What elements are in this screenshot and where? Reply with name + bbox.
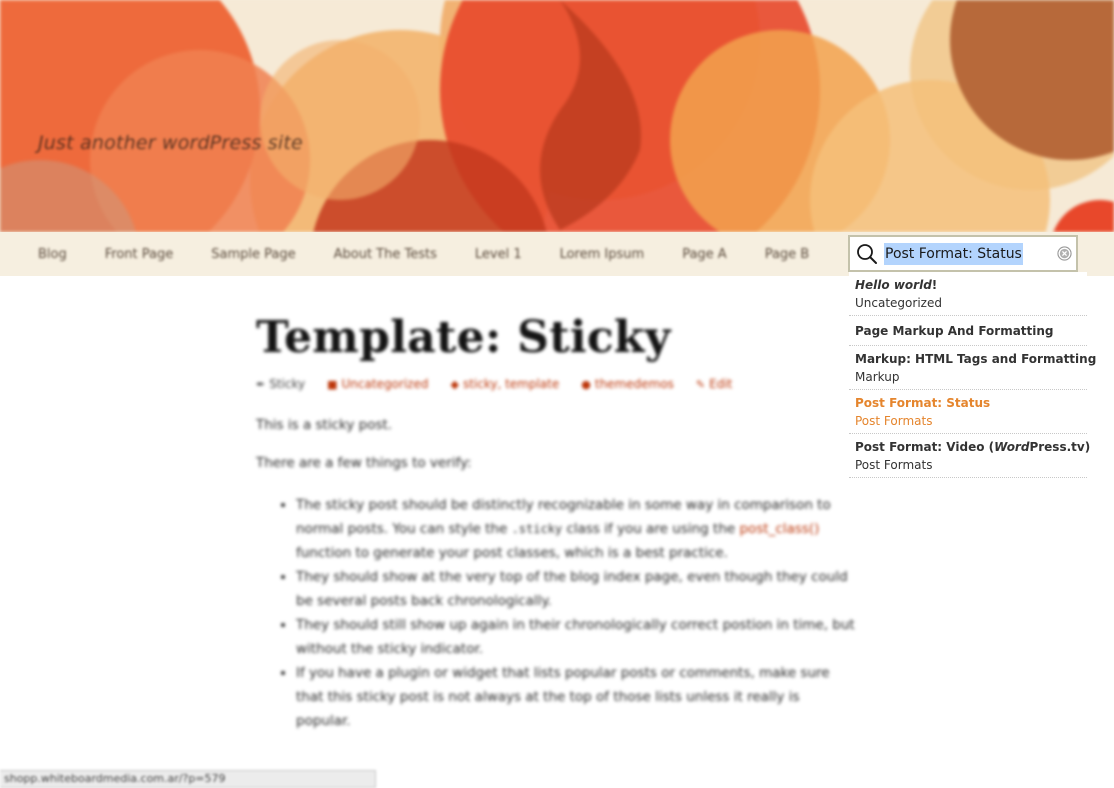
post-format-label: Sticky xyxy=(269,377,306,391)
post-article: Template: Sticky ✒ Sticky ■ Uncategorize… xyxy=(256,312,856,733)
nav-item-page-b[interactable]: Page B xyxy=(765,247,810,262)
entry-meta: ✒ Sticky ■ Uncategorized ◆ sticky, templ… xyxy=(256,377,856,391)
post-paragraph: There are a few things to verify: xyxy=(256,455,472,471)
tag-icon: ◆ xyxy=(450,377,459,391)
nav-item-level-1[interactable]: Level 1 xyxy=(475,247,522,262)
search-icon xyxy=(857,244,877,264)
search-result-category: Post Formats xyxy=(855,458,933,472)
header-banner-image xyxy=(0,0,1114,232)
search-result-item[interactable]: Page Markup And Formatting xyxy=(849,316,1087,346)
nav-item-lorem-ipsum[interactable]: Lorem Ipsum xyxy=(560,247,645,262)
search-result-title: Hello world! xyxy=(855,276,1081,294)
nav-item-sample-page[interactable]: Sample Page xyxy=(211,247,295,262)
nav-item-page-a[interactable]: Page A xyxy=(682,247,727,262)
list-item: They should show at the very top of the … xyxy=(296,565,856,613)
user-icon: ● xyxy=(581,377,591,391)
search-result-item[interactable]: Hello world! Uncategorized xyxy=(849,272,1087,316)
nav-item-blog[interactable]: Blog xyxy=(38,247,67,262)
post-format: ✒ Sticky xyxy=(256,377,305,391)
post-tags-label: sticky, template xyxy=(462,377,560,391)
nav-menu: Blog Front Page Sample Page About The Te… xyxy=(38,232,847,276)
list-item-text: function to generate your post classes, … xyxy=(296,545,728,561)
search-result-item[interactable]: Markup: HTML Tags and Formatting Markup xyxy=(849,346,1097,390)
search-result-title: Page Markup And Formatting xyxy=(855,324,1054,338)
search-result-title-post: Press.tv) xyxy=(1029,440,1091,454)
search-result-category: Markup xyxy=(855,370,900,384)
inline-code: .sticky xyxy=(511,522,563,536)
post-checklist: The sticky post should be distinctly rec… xyxy=(296,493,856,733)
search-box[interactable]: Post Format: Status xyxy=(848,235,1078,272)
list-item: They should still show up again in their… xyxy=(296,613,856,661)
browser-status-bar: shopp.whiteboardmedia.com.ar/?p=579 xyxy=(0,770,376,788)
search-result-item-active[interactable]: Post Format: Status Post Formats xyxy=(849,390,1087,434)
folder-icon: ■ xyxy=(327,377,338,391)
list-item: The sticky post should be distinctly rec… xyxy=(296,493,856,565)
clear-search-icon[interactable] xyxy=(1057,246,1072,261)
search-result-item[interactable]: Post Format: Video (WordPress.tv) Post F… xyxy=(849,434,1090,478)
search-result-title: Markup: HTML Tags and Formatting xyxy=(855,352,1097,366)
search-result-title: Post Format: Status xyxy=(855,396,991,410)
pencil-icon: ✎ xyxy=(695,377,706,391)
search-result-title-emphasis: Hello world xyxy=(855,278,932,292)
post-category-link[interactable]: ■ Uncategorized xyxy=(327,377,428,391)
post-edit-label: Edit xyxy=(709,377,733,391)
post-paragraph: This is a sticky post. xyxy=(256,417,393,433)
site-header: Just another wordPress site xyxy=(0,0,1114,232)
post-category-label: Uncategorized xyxy=(341,377,429,391)
post-class-link[interactable]: post_class() xyxy=(739,521,819,537)
post-author-link[interactable]: ● themedemos xyxy=(581,377,674,391)
nav-item-front-page[interactable]: Front Page xyxy=(105,247,174,262)
search-result-title-emphasis: Word xyxy=(994,440,1030,454)
post-edit-link[interactable]: ✎ Edit xyxy=(696,377,732,391)
search-result-category: Uncategorized xyxy=(855,296,942,310)
list-item: If you have a plugin or widget that list… xyxy=(296,661,856,733)
nav-item-about-the-tests[interactable]: About The Tests xyxy=(334,247,437,262)
post-author-label: themedemos xyxy=(594,377,674,391)
search-input[interactable]: Post Format: Status xyxy=(884,243,1023,265)
site-tagline: Just another wordPress site xyxy=(38,132,303,154)
search-result-category: Post Formats xyxy=(855,414,933,428)
search-result-title-rest: ! xyxy=(931,278,938,292)
search-result-title: Post Format: Video (WordPress.tv) xyxy=(855,438,1090,456)
list-item-text: class if you are using the xyxy=(562,521,740,537)
search-results-dropdown: Hello world! Uncategorized Page Markup A… xyxy=(849,272,1097,478)
pin-icon: ✒ xyxy=(256,377,266,391)
search-result-title-pre: Post Format: Video ( xyxy=(855,440,995,454)
post-title: Template: Sticky xyxy=(256,312,671,363)
post-tags-link[interactable]: ◆ sticky, template xyxy=(450,377,559,391)
